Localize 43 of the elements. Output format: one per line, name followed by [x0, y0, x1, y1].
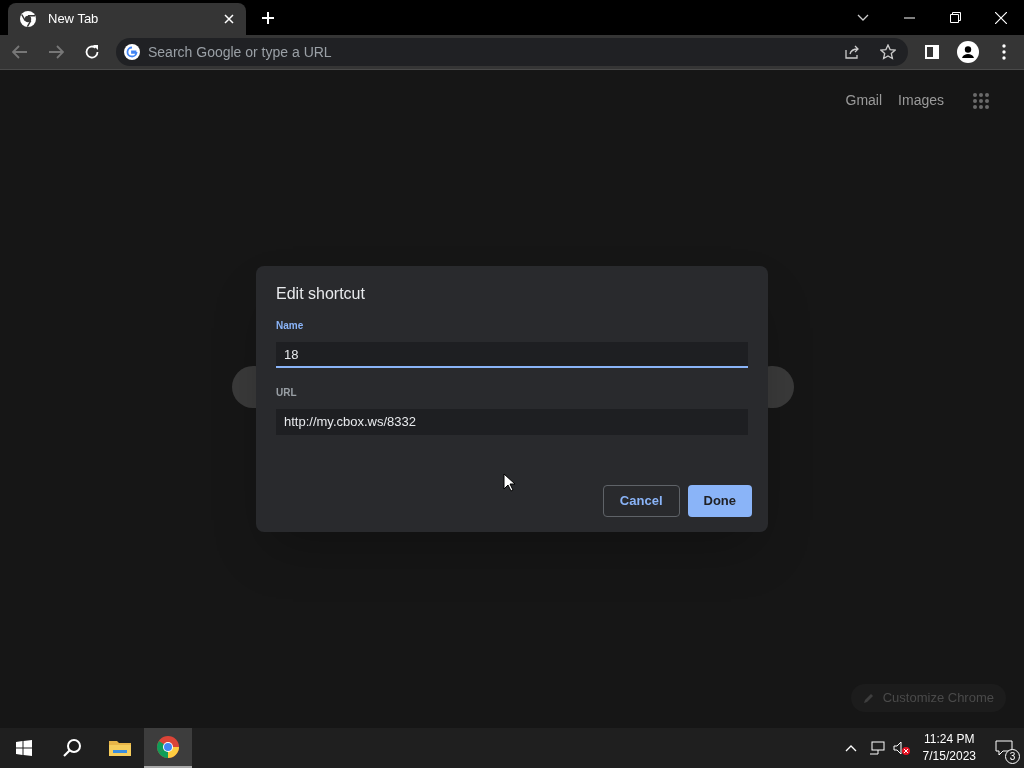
star-icon[interactable] — [880, 44, 896, 60]
chevron-up-icon[interactable] — [844, 744, 857, 752]
text-field[interactable]: 18 — [276, 342, 748, 368]
back-arrow-icon — [12, 45, 28, 59]
tab-title: New Tab — [48, 10, 100, 29]
gmail-link[interactable]: Gmail — [845, 90, 883, 111]
chrome-icon — [20, 11, 36, 27]
volume-muted-icon[interactable] — [892, 741, 911, 755]
clock-date[interactable]: 7/15/2023 — [922, 748, 976, 765]
restore-icon — [949, 12, 961, 23]
pencil-icon — [862, 692, 875, 704]
network-icon[interactable] — [868, 741, 885, 755]
close-icon — [995, 11, 1007, 24]
dialog-title: Edit shortcut — [276, 284, 366, 304]
taskbar-app-button[interactable] — [144, 728, 192, 768]
browser-tab[interactable]: New Tab — [8, 3, 246, 35]
share-icon[interactable] — [844, 44, 860, 60]
cancel-button[interactable]: Cancel — [602, 485, 680, 517]
text-field[interactable]: http://my.cbox.ws/8332 — [276, 409, 748, 435]
notifications-button[interactable]: 3 — [984, 728, 1024, 768]
chevron-down-icon — [857, 13, 869, 22]
field-label: Name — [276, 319, 305, 333]
close-tab-icon[interactable] — [224, 14, 234, 24]
search-icon — [62, 738, 82, 758]
mouse-cursor-icon — [503, 473, 515, 492]
more-icon — [1002, 44, 1006, 60]
clock-time[interactable]: 11:24 PM — [924, 731, 975, 748]
side-panel-icon — [925, 45, 939, 59]
person-icon — [957, 41, 979, 63]
images-link[interactable]: Images — [898, 90, 944, 111]
google-g-icon — [124, 44, 140, 60]
chrome-icon — [156, 735, 180, 759]
plus-icon — [261, 11, 275, 25]
notification-count-badge: 3 — [1005, 749, 1020, 764]
field-label: URL — [276, 386, 298, 400]
done-button[interactable]: Done — [687, 485, 752, 517]
folder-icon — [109, 739, 131, 757]
reload-icon — [84, 44, 100, 60]
windows-logo-icon — [16, 740, 32, 756]
apps-grid-icon[interactable] — [972, 91, 990, 110]
address-bar[interactable]: Search Google or type a URL — [116, 38, 908, 66]
minimize-icon — [903, 16, 915, 19]
forward-arrow-icon — [48, 45, 64, 59]
